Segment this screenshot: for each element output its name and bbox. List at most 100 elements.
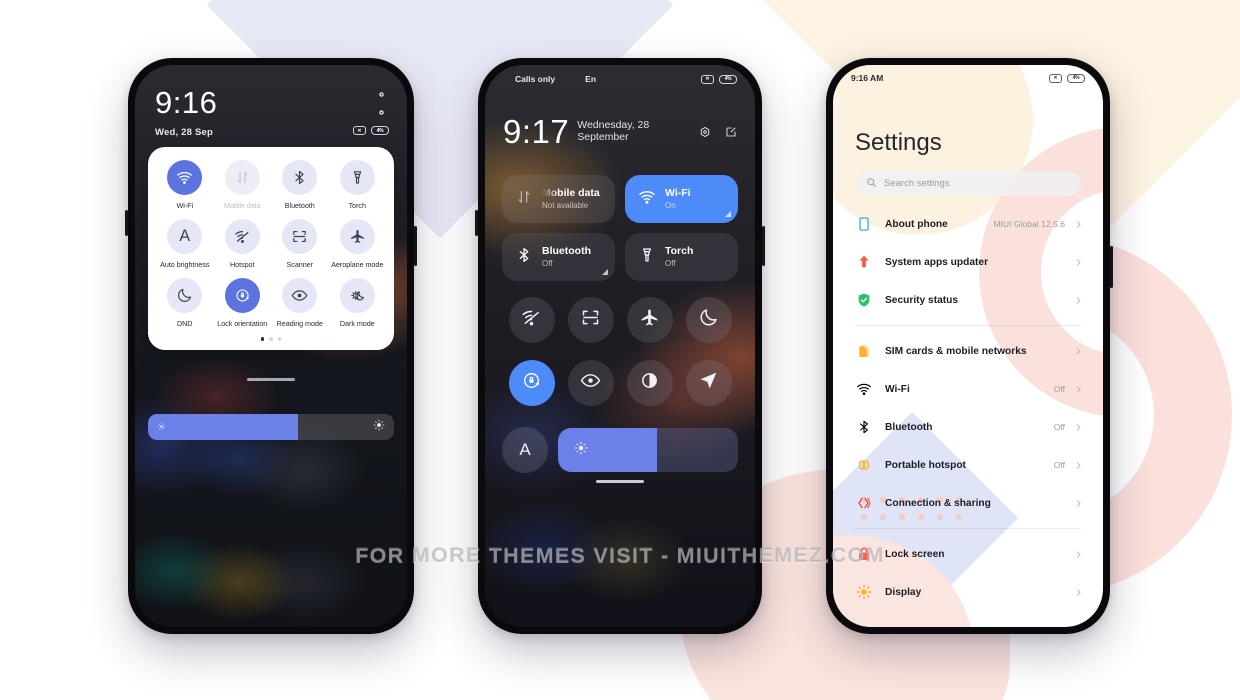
chevron-right-icon[interactable] xyxy=(1074,220,1083,229)
cc-big-tile-torch[interactable]: Torch Off xyxy=(625,233,738,281)
qs-tile-lock-orientation[interactable]: Lock orientation xyxy=(214,278,272,328)
page-indicator[interactable] xyxy=(156,337,386,343)
cc-big-subtitle: Not available xyxy=(542,201,589,211)
qs-tile-torch[interactable]: Torch xyxy=(329,160,387,210)
settings-gear-icon[interactable] xyxy=(699,125,711,143)
power-button[interactable] xyxy=(414,226,417,266)
chevron-right-icon[interactable] xyxy=(1074,347,1083,356)
volume-button[interactable] xyxy=(125,210,128,236)
qs-tile-label: Lock orientation xyxy=(217,319,268,328)
settings-row-security-status[interactable]: Security status xyxy=(833,281,1103,319)
chevron-right-icon[interactable] xyxy=(1074,588,1083,597)
page-dot[interactable] xyxy=(269,337,273,341)
quick-settings-tile-grid: Wi-Fi Mobile data Bluetooth Torch A Auto brig… xyxy=(156,160,386,328)
qs-tile-aeroplane-mode[interactable]: Aeroplane mode xyxy=(329,219,387,269)
carrier-label: Calls only xyxy=(515,74,556,84)
qs-tile-hotspot[interactable]: Hotspot xyxy=(214,219,272,269)
settings-row-label: System apps updater xyxy=(885,256,989,268)
aeroplane-icon[interactable] xyxy=(339,219,375,254)
hotspot-icon[interactable] xyxy=(224,219,260,254)
cc-big-tile-wi-fi[interactable]: Wi-Fi On xyxy=(625,175,738,223)
power-button[interactable] xyxy=(762,226,765,266)
brightness-low-icon xyxy=(157,418,166,436)
cc-big-tile-bluetooth[interactable]: Bluetooth Off xyxy=(502,233,615,281)
brightness-slider[interactable] xyxy=(558,428,738,472)
qs-tile-dark-mode[interactable]: Dark mode xyxy=(329,278,387,328)
cc-circle-dnd[interactable] xyxy=(685,297,732,343)
page-title: Settings xyxy=(855,129,942,156)
qs-tile-bluetooth[interactable]: Bluetooth xyxy=(271,160,329,210)
qs-tile-dnd[interactable]: DND xyxy=(156,278,214,328)
clock: 9:16 xyxy=(155,85,218,120)
torch-icon[interactable] xyxy=(339,160,375,195)
phone-settings: 9:16 AM ✕ 4% Settings Search settings Ab… xyxy=(826,58,1113,634)
chevron-right-icon[interactable] xyxy=(1074,258,1083,267)
settings-row-display[interactable]: Display xyxy=(833,573,1103,611)
home-indicator[interactable] xyxy=(247,377,295,381)
chevron-right-icon[interactable] xyxy=(1074,461,1083,470)
gear-icon[interactable] xyxy=(374,87,389,115)
qs-tile-mobile-data[interactable]: Mobile data xyxy=(214,160,272,210)
auto-brightness-a-icon[interactable]: A xyxy=(502,427,548,473)
settings-row-connection-sharing[interactable]: Connection & sharing xyxy=(833,484,1103,522)
qs-tile-wi-fi[interactable]: Wi-Fi xyxy=(156,160,214,210)
cc-circle-scanner[interactable] xyxy=(567,297,614,343)
home-indicator[interactable] xyxy=(596,479,644,483)
qs-tile-auto-brightness[interactable]: A Auto brightness xyxy=(156,219,214,269)
reading-mode-eye-icon[interactable] xyxy=(282,278,318,313)
location-icon xyxy=(698,370,719,396)
settings-row-wi-fi[interactable]: Wi-Fi Off xyxy=(833,370,1103,408)
chevron-right-icon[interactable] xyxy=(1074,385,1083,394)
chevron-right-icon[interactable] xyxy=(1074,550,1083,559)
lock-icon xyxy=(855,546,872,563)
bluetooth-icon[interactable] xyxy=(282,160,318,195)
qs-tile-reading-mode[interactable]: Reading mode xyxy=(271,278,329,328)
page-dot[interactable] xyxy=(260,337,265,341)
qs-tile-scanner[interactable]: Scanner xyxy=(271,219,329,269)
lock-orientation-icon[interactable] xyxy=(224,278,260,313)
chevron-right-icon[interactable] xyxy=(1074,296,1083,305)
settings-row-sim-cards-mobile-networks[interactable]: SIM cards & mobile networks xyxy=(833,332,1103,370)
wifi-icon[interactable] xyxy=(167,160,203,195)
cc-circle-reading-mode[interactable] xyxy=(567,360,614,406)
screenshot-stage: 9:16 Wed, 28 Sep ✕ 4% Wi-Fi Mobile data … xyxy=(0,0,1240,700)
chevron-right-icon[interactable] xyxy=(1074,423,1083,432)
settings-row-label: Bluetooth xyxy=(885,421,933,433)
cc-circle-lock-orientation[interactable] xyxy=(508,360,555,406)
settings-row-portable-hotspot[interactable]: Portable hotspot Off xyxy=(833,446,1103,484)
mute-icon: ✕ xyxy=(1049,73,1062,83)
cc-circle-hotspot[interactable] xyxy=(508,297,555,343)
chevron-right-icon[interactable] xyxy=(1074,499,1083,508)
settings-row-value: Off xyxy=(1053,384,1065,394)
search-input[interactable]: Search settings xyxy=(855,171,1081,196)
power-button[interactable] xyxy=(1110,246,1113,288)
qs-tile-label: Hotspot xyxy=(230,260,255,269)
volume-button[interactable] xyxy=(475,210,478,236)
cc-big-tile-mobile-data[interactable]: Mobile dataMobile data Not available xyxy=(502,175,615,223)
cc-big-subtitle: Off xyxy=(542,259,553,269)
qs-tile-label: Aeroplane mode xyxy=(331,260,384,269)
edit-pencil-icon[interactable] xyxy=(725,125,737,143)
cc-circle-aeroplane-mode[interactable] xyxy=(626,297,673,343)
settings-row-lock-screen[interactable]: Lock screen xyxy=(833,535,1103,573)
settings-row-about-phone[interactable]: About phone MIUI Global 12.5.6 xyxy=(833,205,1103,243)
cc-big-title: Torch xyxy=(665,244,694,257)
qs-tile-label: Reading mode xyxy=(276,319,323,328)
cc-circle-dark-mode[interactable] xyxy=(626,360,673,406)
sim-card-icon xyxy=(855,343,872,360)
dnd-moon-icon[interactable] xyxy=(167,278,203,313)
mobile-data-icon[interactable] xyxy=(224,160,260,195)
cc-circle-location[interactable] xyxy=(685,360,732,406)
scanner-icon[interactable] xyxy=(282,219,318,254)
page-dot[interactable] xyxy=(277,337,282,341)
settings-row-system-apps-updater[interactable]: System apps updater xyxy=(833,243,1103,281)
expand-corner-icon[interactable] xyxy=(602,269,608,275)
dark-mode-icon[interactable] xyxy=(339,278,375,313)
expand-corner-icon[interactable] xyxy=(725,211,731,217)
lock-orientation-icon xyxy=(521,370,542,396)
auto-brightness-icon[interactable]: A xyxy=(167,219,203,254)
battery-icon: 4% xyxy=(1067,73,1085,83)
settings-row-bluetooth[interactable]: Bluetooth Off xyxy=(833,408,1103,446)
brightness-row: A xyxy=(502,427,738,473)
brightness-slider[interactable] xyxy=(148,414,394,440)
